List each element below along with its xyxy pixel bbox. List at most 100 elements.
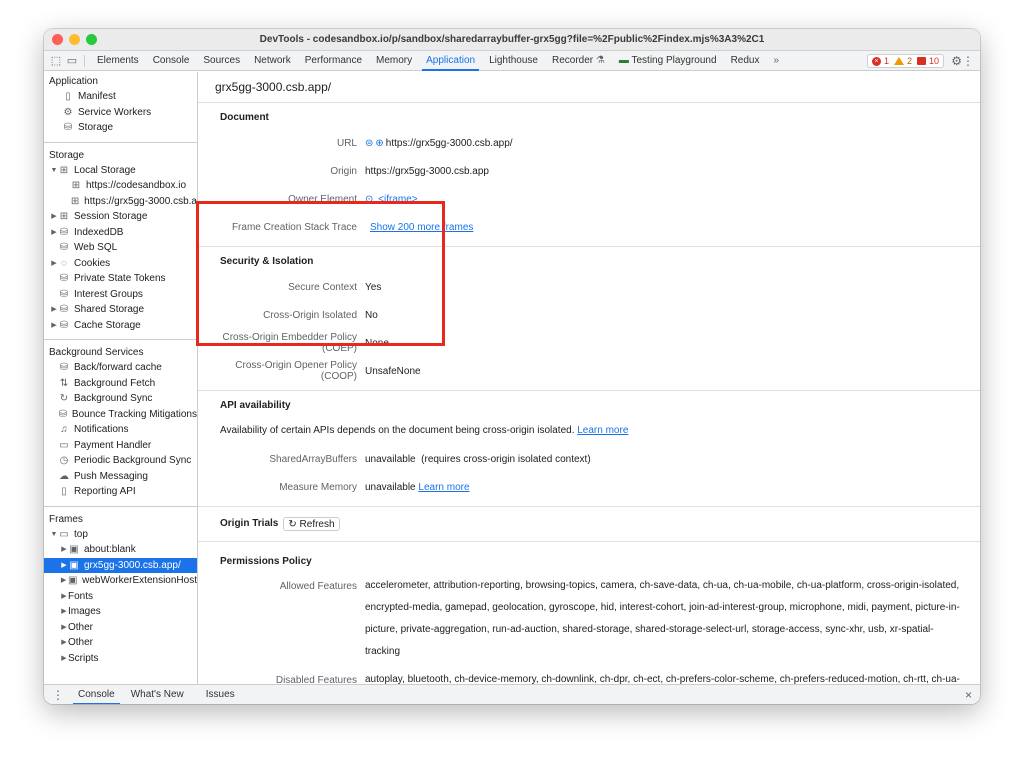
sidebar-item-indexeddb[interactable]: ▶ ⛁ IndexedDB <box>44 225 197 241</box>
shared-array-buffers-value: unavailable (requires cross-origin isola… <box>365 453 591 465</box>
expand-right-icon[interactable]: ▶ <box>60 573 67 589</box>
url-value[interactable]: ⊜ ⊕ https://grx5gg-3000.csb.app/ <box>365 138 513 149</box>
expand-right-icon[interactable]: ▶ <box>50 302 58 318</box>
sidebar-item-back-forward-cache[interactable]: ⛁ Back/forward cache <box>44 360 197 376</box>
sidebar-item-manifest[interactable]: ▯ Manifest <box>44 89 197 105</box>
database-icon: ⛁ <box>63 122 73 133</box>
tab-redux[interactable]: Redux <box>724 51 767 71</box>
sidebar-item-scripts[interactable]: ▶ Scripts <box>44 651 197 667</box>
tab-performance[interactable]: Performance <box>298 51 369 71</box>
shared-array-buffers-row: SharedArrayBuffers unavailable (requires… <box>198 445 980 473</box>
learn-more-link[interactable]: Learn more <box>418 482 469 493</box>
section-title: API availability <box>220 400 291 411</box>
sidebar-item-local-origin-csb[interactable]: ⊞ https://grx5gg-3000.csb.a <box>44 194 197 210</box>
sidebar-item-service-workers[interactable]: ⚙ Service Workers <box>44 105 197 121</box>
database-icon: ⛁ <box>58 408 68 420</box>
refresh-label: Refresh <box>299 519 335 530</box>
drawer-tab-whats-new[interactable]: What's New <box>123 685 192 705</box>
expand-down-icon[interactable]: ▼ <box>50 163 58 179</box>
sidebar-item-cache-storage[interactable]: ▶ ⛁ Cache Storage <box>44 318 197 334</box>
tab-lighthouse[interactable]: Lighthouse <box>482 51 545 71</box>
sidebar-item-periodic-sync[interactable]: ◷ Periodic Background Sync <box>44 453 197 469</box>
tab-elements[interactable]: Elements <box>90 51 146 71</box>
field-label: Allowed Features <box>279 581 357 592</box>
open-link-icon[interactable]: ⊕ <box>375 138 383 149</box>
sidebar-item-private-state-tokens[interactable]: ⛁ Private State Tokens <box>44 271 197 287</box>
sidebar-item-interest-groups[interactable]: ⛁ Interest Groups <box>44 287 197 303</box>
tab-recorder[interactable]: Recorder ⚗ <box>545 51 612 71</box>
tab-console[interactable]: Console <box>146 51 197 71</box>
expand-right-icon[interactable]: ▶ <box>60 558 68 574</box>
tab-application[interactable]: Application <box>419 51 482 71</box>
expand-right-icon[interactable]: ▶ <box>60 620 68 636</box>
reveal-icon[interactable]: ⊜ <box>365 138 373 149</box>
coep-value: None <box>365 337 389 349</box>
sidebar-item-frame-about-blank[interactable]: ▶ ▣ about:blank <box>44 542 197 558</box>
issue-counters[interactable]: × 1 2 10 <box>866 54 944 68</box>
sidebar-item-images[interactable]: ▶ Images <box>44 604 197 620</box>
inspect-icon[interactable]: ⬚ <box>49 54 63 68</box>
sidebar-item-label: Scripts <box>68 652 99 664</box>
table-icon: ⊞ <box>59 211 69 222</box>
sidebar-item-push-messaging[interactable]: ☁ Push Messaging <box>44 469 197 485</box>
sidebar-item-bounce-tracking[interactable]: ⛁ Bounce Tracking Mitigations <box>44 407 197 423</box>
expand-down-icon[interactable]: ▼ <box>50 527 58 543</box>
cloud-icon: ☁ <box>59 470 69 482</box>
database-icon: ⛁ <box>59 242 69 253</box>
expand-right-icon[interactable]: ▶ <box>50 256 58 272</box>
learn-more-link[interactable]: Learn more <box>577 425 628 436</box>
flask-icon: ⚗ <box>595 54 605 66</box>
tab-testing-playground[interactable]: ▬ Testing Playground <box>612 51 724 71</box>
sidebar-item-other[interactable]: ▶ Other <box>44 635 197 651</box>
sidebar-item-frame-top[interactable]: ▼ ▭ top <box>44 527 197 543</box>
iframe-link[interactable]: <iframe> <box>378 194 417 205</box>
sidebar-item-shared-storage[interactable]: ▶ ⛁ Shared Storage <box>44 302 197 318</box>
sidebar-item-frame-web-worker[interactable]: ▶ ▣ webWorkerExtensionHost <box>44 573 197 589</box>
tab-sources[interactable]: Sources <box>196 51 247 71</box>
sidebar-item-local-storage[interactable]: ▼ ⊞ Local Storage <box>44 163 197 179</box>
more-tabs-button[interactable]: » <box>766 51 786 71</box>
expand-right-icon[interactable]: ▶ <box>50 225 58 241</box>
sidebar-item-fonts[interactable]: ▶ Fonts <box>44 589 197 605</box>
sidebar-item-other[interactable]: ▶ Other <box>44 620 197 636</box>
expand-right-icon[interactable]: ▶ <box>50 318 58 334</box>
sidebar-item-session-storage[interactable]: ▶ ⊞ Session Storage <box>44 209 197 225</box>
sidebar-item-background-fetch[interactable]: ⇅ Background Fetch <box>44 376 197 392</box>
frame-icon: ▣ <box>69 559 79 571</box>
gear-icon[interactable]: ⚙ <box>951 54 962 68</box>
expand-right-icon[interactable]: ▶ <box>60 604 68 620</box>
drawer-menu-icon[interactable]: ⋮ <box>44 688 70 702</box>
sidebar-item-label: Other <box>68 621 94 633</box>
database-icon: ⛁ <box>59 273 69 284</box>
stack-trace-row: Frame Creation Stack Trace Show 200 more… <box>198 213 980 241</box>
drawer-tab-console[interactable]: Console <box>70 685 123 704</box>
drawer-tab-issues[interactable]: Issues <box>198 685 243 705</box>
sidebar-item-storage[interactable]: ⛁ Storage <box>44 120 197 136</box>
sidebar-item-cookies[interactable]: ▶ ◌ Cookies <box>44 256 197 272</box>
sidebar-item-payment-handler[interactable]: ▭ Payment Handler <box>44 438 197 454</box>
sidebar-item-local-origin-codesandbox[interactable]: ⊞ https://codesandbox.io <box>44 178 197 194</box>
tab-network[interactable]: Network <box>247 51 298 71</box>
expand-right-icon[interactable]: ▶ <box>60 635 68 651</box>
expand-right-icon[interactable]: ▶ <box>50 209 58 225</box>
field-label: Origin <box>330 165 357 177</box>
sidebar-item-web-sql[interactable]: ⛁ Web SQL <box>44 240 197 256</box>
device-toggle-icon[interactable]: ▭ <box>65 54 79 68</box>
tab-memory[interactable]: Memory <box>369 51 419 71</box>
section-title: Origin Trials <box>220 518 279 529</box>
expand-right-icon[interactable]: ▶ <box>60 589 68 605</box>
refresh-button[interactable]: ↻ Refresh <box>283 517 340 531</box>
sidebar-item-frame-csb-app[interactable]: ▶ ▣ grx5gg-3000.csb.app/ <box>44 557 197 574</box>
expand-right-icon[interactable]: ▶ <box>60 651 68 667</box>
kebab-icon[interactable]: ⋮ <box>962 54 974 68</box>
close-icon[interactable]: × <box>965 688 972 702</box>
sidebar-item-label: Notifications <box>74 424 129 435</box>
sidebar-item-label: Bounce Tracking Mitigations <box>71 408 197 420</box>
show-more-frames-link[interactable]: Show 200 more frames <box>370 222 473 233</box>
sidebar-item-reporting-api[interactable]: ▯ Reporting API <box>44 484 197 500</box>
expand-right-icon[interactable]: ▶ <box>60 542 68 558</box>
measure-memory-value: unavailable <box>365 481 416 493</box>
sidebar-item-background-sync[interactable]: ↻ Background Sync <box>44 391 197 407</box>
owner-element-value[interactable]: ⊙ <iframe> <box>365 194 418 205</box>
sidebar-item-notifications[interactable]: ♫ Notifications <box>44 422 197 438</box>
